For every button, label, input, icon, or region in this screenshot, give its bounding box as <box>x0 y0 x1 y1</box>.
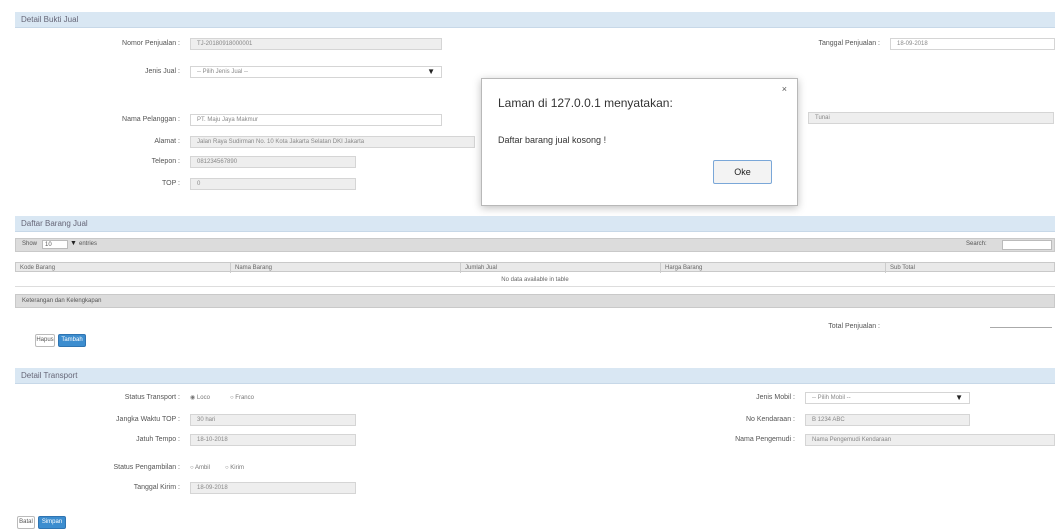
nomor-penjualan-field: TJ-20180918000001 <box>190 38 442 50</box>
col-harga-barang[interactable]: Harga Barang <box>661 263 886 273</box>
jenis-mobil-select[interactable]: -- Pilih Mobil -- ▼ <box>805 392 970 404</box>
radio-kirim[interactable]: ○ Kirim <box>225 463 244 473</box>
jatuh-tempo-label: Jatuh Tempo : <box>136 436 180 443</box>
hapus-button[interactable]: Hapus <box>35 334 55 347</box>
right-info-field: Tunai <box>808 112 1054 124</box>
entries-select[interactable]: 10 <box>42 240 68 249</box>
col-nama-barang[interactable]: Nama Barang <box>231 263 461 273</box>
nama-pengemudi-label: Nama Pengemudi : <box>735 436 795 443</box>
radio-kirim-label: Kirim <box>230 465 244 471</box>
jatuh-tempo-field: 18-10-2018 <box>190 434 356 446</box>
status-pengambilan-label: Status Pengambilan : <box>113 464 180 471</box>
radio-loco[interactable]: ◉ Loco <box>190 393 210 403</box>
section-header-daftar-barang: Daftar Barang Jual <box>15 216 1055 232</box>
total-penjualan-value-line <box>990 327 1052 328</box>
top-label: TOP : <box>161 180 180 187</box>
jenis-jual-value: -- Pilih Jenis Jual -- <box>197 69 249 75</box>
nama-pelanggan-input[interactable]: PT. Maju Jaya Makmur <box>190 114 442 126</box>
jangka-waktu-field: 30 hari <box>190 414 356 426</box>
radio-franco-label: Franco <box>235 395 254 401</box>
jenis-mobil-value: -- Pilih Mobil -- <box>812 395 851 401</box>
section-header-transport: Detail Transport <box>15 368 1055 384</box>
tanggal-penjualan-label: Tanggal Penjualan : <box>818 40 881 47</box>
keterangan-bar: Keterangan dan Kelengkapan <box>15 294 1055 308</box>
table-empty-message: No data available in table <box>15 274 1055 287</box>
alamat-field: Jalan Raya Sudirman No. 10 Kota Jakarta … <box>190 136 475 148</box>
total-penjualan-label: Total Penjualan : <box>828 323 880 330</box>
telepon-field: 081234567890 <box>190 156 356 168</box>
search-input[interactable] <box>1002 240 1052 250</box>
col-jumlah-jual[interactable]: Jumlah Jual <box>461 263 661 273</box>
col-sub-total[interactable]: Sub Total <box>886 263 1054 273</box>
status-transport-label: Status Transport : <box>124 394 180 401</box>
alert-dialog: × Laman di 127.0.0.1 menyatakan: Daftar … <box>481 78 798 206</box>
nama-pengemudi-field: Nama Pengemudi Kendaraan <box>805 434 1055 446</box>
show-label: Show <box>22 241 38 247</box>
simpan-button[interactable]: Simpan <box>38 516 66 529</box>
radio-loco-label: Loco <box>196 395 210 401</box>
ok-button[interactable]: Oke <box>713 160 772 184</box>
tanggal-penjualan-input[interactable]: 18-09-2018 <box>890 38 1055 50</box>
dialog-message: Daftar barang jual kosong ! <box>498 135 607 145</box>
alamat-label: Alamat : <box>154 138 180 145</box>
section-header-bukti-jual: Detail Bukti Jual <box>15 12 1055 28</box>
radio-ambil-label: Ambil <box>194 465 210 471</box>
entries-chevron-down-icon: ▼ <box>70 240 77 247</box>
tanggal-kirim-label: Tanggal Kirim : <box>133 484 180 491</box>
dialog-title: Laman di 127.0.0.1 menyatakan: <box>498 96 673 110</box>
nomor-penjualan-label: Nomor Penjualan : <box>122 40 180 47</box>
nama-pelanggan-label: Nama Pelanggan : <box>122 116 180 123</box>
no-kendaraan-field: B 1234 ABC <box>805 414 970 426</box>
tambah-button[interactable]: Tambah <box>58 334 86 347</box>
table-header-row: Kode Barang Nama Barang Jumlah Jual Harg… <box>15 262 1055 273</box>
top-field: 0 <box>190 178 356 190</box>
table-toolbar: Show 10 ▼ entries Search: <box>15 238 1055 252</box>
telepon-label: Telepon : <box>151 158 180 165</box>
no-kendaraan-label: No Kendaraan : <box>745 416 795 423</box>
search-label: Search: <box>966 241 987 247</box>
entries-label: entries <box>79 241 98 247</box>
jenis-jual-label: Jenis Jual : <box>144 68 180 75</box>
jenis-jual-select[interactable]: -- Pilih Jenis Jual -- ▼ <box>190 66 442 78</box>
tanggal-kirim-field: 18-09-2018 <box>190 482 356 494</box>
entries-value: 10 <box>45 242 52 248</box>
batal-button[interactable]: Batal <box>17 516 35 529</box>
chevron-down-icon: ▼ <box>955 393 963 402</box>
jangka-waktu-label: Jangka Waktu TOP : <box>116 416 180 423</box>
radio-franco[interactable]: ○ Franco <box>230 393 254 403</box>
keterangan-label: Keterangan dan Kelengkapan <box>22 298 102 304</box>
jenis-mobil-label: Jenis Mobil : <box>756 394 795 401</box>
col-kode-barang[interactable]: Kode Barang <box>16 263 231 273</box>
chevron-down-icon: ▼ <box>427 67 435 76</box>
close-icon[interactable]: × <box>782 84 787 94</box>
radio-ambil[interactable]: ○ Ambil <box>190 463 210 473</box>
